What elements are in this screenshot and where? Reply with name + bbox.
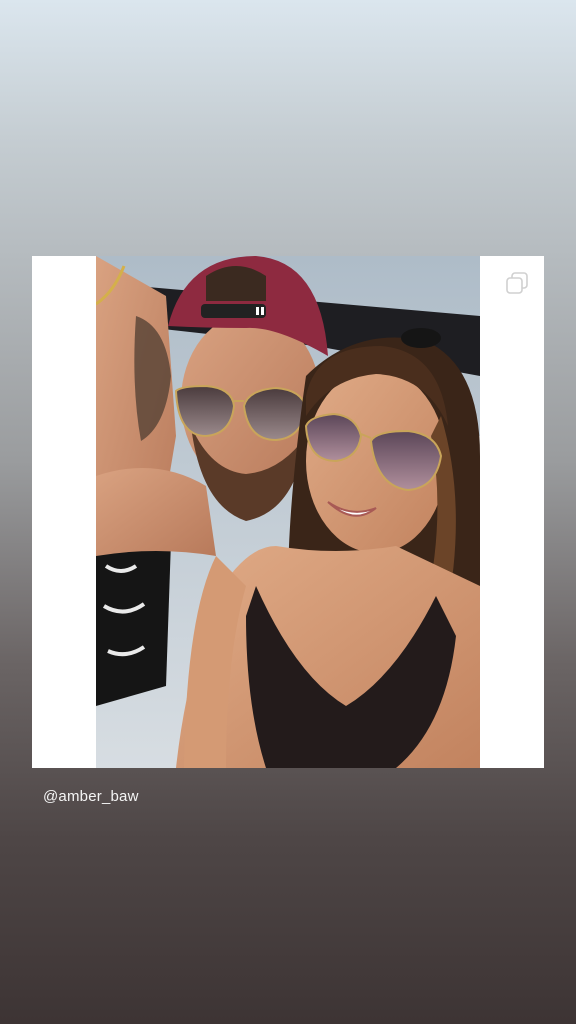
multiple-photos-icon — [506, 272, 528, 294]
mention-caption[interactable]: @amber_baw — [43, 788, 139, 805]
shared-post-card[interactable] — [32, 256, 544, 768]
selfie-illustration — [96, 256, 480, 768]
story-canvas: @amber_baw — [0, 0, 576, 1024]
post-photo[interactable] — [96, 256, 480, 768]
